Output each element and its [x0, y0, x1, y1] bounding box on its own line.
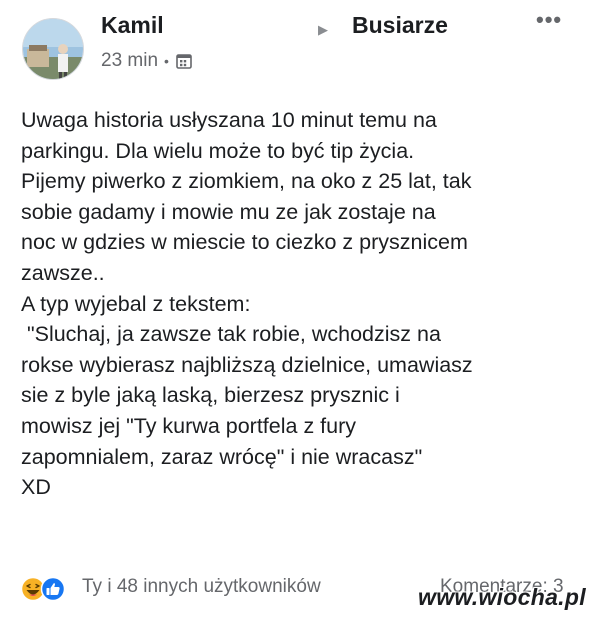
avatar-photo [23, 19, 83, 79]
group-name[interactable]: Busiarze [352, 12, 448, 39]
post-body-line: Uwaga historia usłyszana 10 minut temu n… [21, 108, 437, 132]
author-name[interactable]: Kamil [101, 12, 164, 39]
post-body-line: mowisz jej "Ty kurwa portfela z fury [21, 413, 357, 438]
post-body-line: Pijemy piwerko z ziomkiem, na oko z 25 l… [21, 169, 472, 194]
post-body-line: "Sluchaj, ja zawsze tak robie, wchodzisz… [21, 322, 441, 347]
post-body-line: A typ wyjebal z tekstem: [21, 291, 251, 316]
group-arrow-icon: ▶ [318, 22, 328, 37]
post-body-line: zapomnialem, zaraz wrócę" i nie wracasz" [21, 444, 423, 469]
like-thumb-icon [40, 576, 66, 602]
post-body-line: sie z byle jaką laską, bierzesz prysznic… [21, 383, 400, 408]
site-watermark: www.wiocha.pl [418, 584, 586, 610]
more-options-icon[interactable]: ••• [536, 7, 562, 33]
facebook-post: Kamil ▶ Busiarze ••• 23 min • Uwaga hist… [0, 0, 600, 625]
audience-icon[interactable] [175, 52, 193, 70]
meta-separator: • [164, 53, 169, 69]
reactions-summary[interactable]: Ty i 48 innych użytkowników [82, 576, 321, 598]
post-body-line: sobie gadamy i mowie mu ze jak zostaje n… [21, 199, 436, 224]
post-body: Uwaga historia usłyszana 10 minut temu n… [21, 105, 591, 503]
reaction-icons[interactable] [20, 576, 68, 602]
post-body-line: parkingu. Dla wielu może to być tip życi… [21, 138, 415, 163]
author-avatar[interactable] [22, 18, 84, 80]
post-header: Kamil ▶ Busiarze ••• 23 min • [0, 0, 600, 90]
post-time[interactable]: 23 min [101, 50, 158, 72]
post-body-line: noc w gdzies w miescie to ciezko z prysz… [21, 230, 468, 255]
post-body-line: rokse wybierasz najbliższą dzielnice, um… [21, 352, 473, 377]
post-meta: 23 min • [101, 50, 193, 72]
post-body-line: zawsze.. [21, 260, 105, 285]
post-body-line: XD [21, 475, 51, 500]
